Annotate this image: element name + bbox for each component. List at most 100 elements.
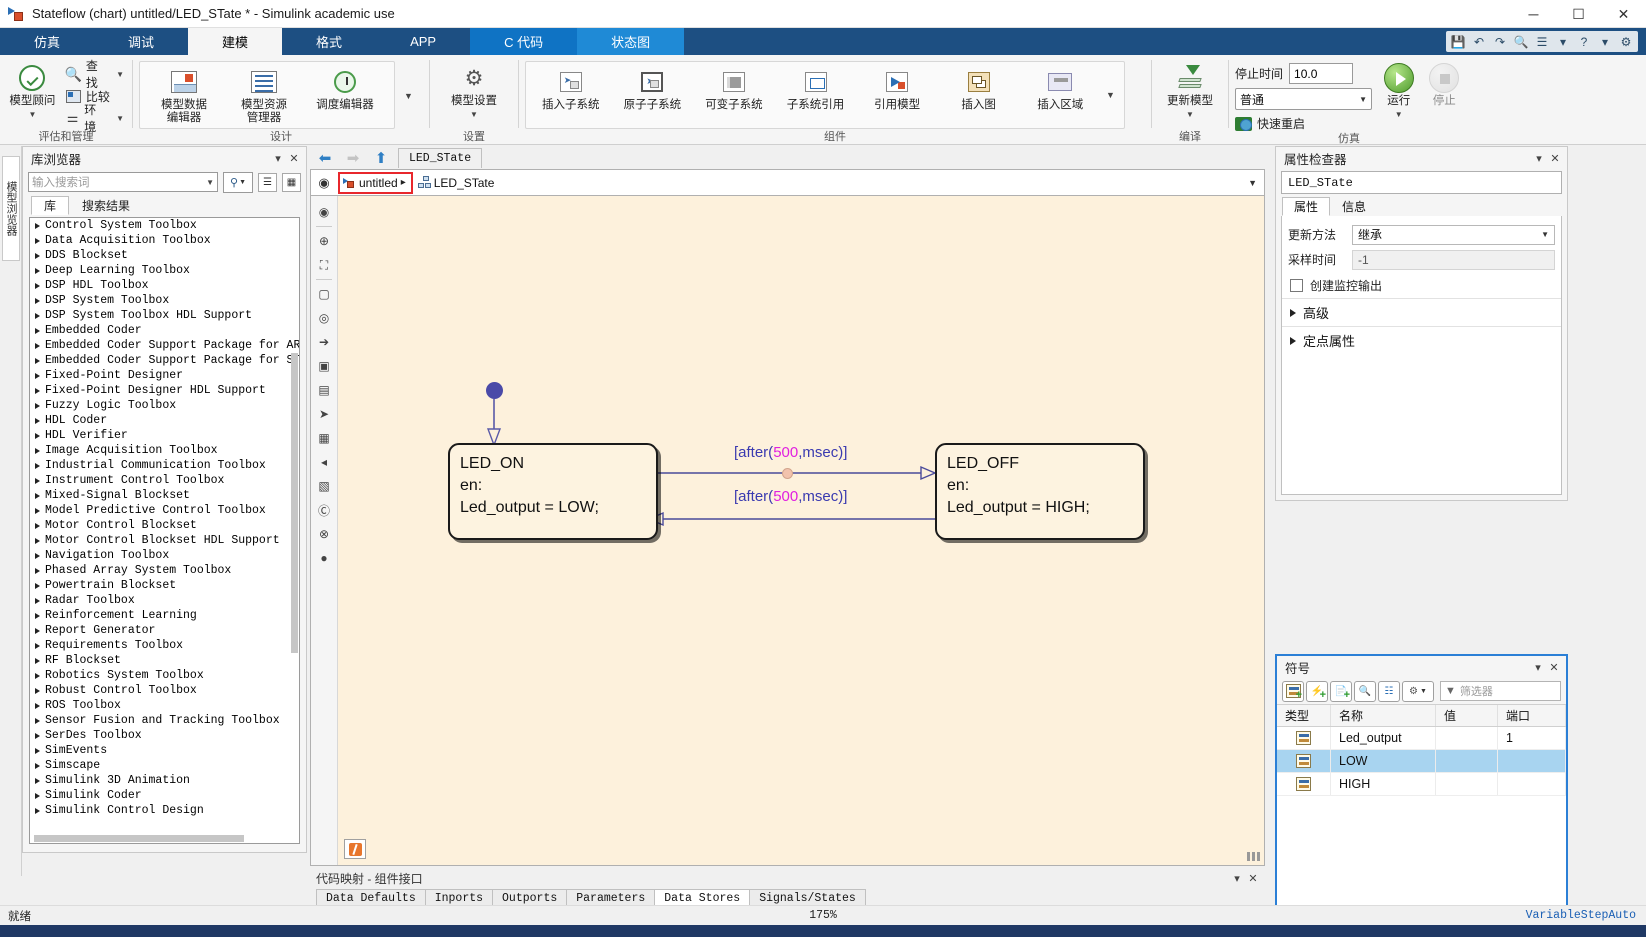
chevron-down-icon-2[interactable]: ▾ <box>1597 34 1613 50</box>
ribbon-tab-debug[interactable]: 调试 <box>94 28 188 55</box>
library-tree-item[interactable]: Model Predictive Control Toolbox <box>30 503 299 518</box>
environment-button[interactable]: ⚌ 环境 ▼ <box>63 103 126 134</box>
library-search-input[interactable]: 输入搜索词 ▼ <box>28 172 218 192</box>
chevron-down-icon[interactable]: ▼ <box>1395 110 1403 119</box>
symbols-filter-input[interactable]: ▼ 筛选器 <box>1440 681 1561 701</box>
column-name[interactable]: 名称 <box>1331 705 1436 726</box>
library-tree-item[interactable]: Fuzzy Logic Toolbox <box>30 398 299 413</box>
function-call-icon[interactable]: ➤ <box>313 402 335 426</box>
insert-area-button[interactable]: 插入区域 <box>1019 65 1101 112</box>
close-icon[interactable]: ✕ <box>286 150 302 166</box>
components-more-icon[interactable]: ▼ <box>1101 90 1120 100</box>
insert-subsystem-button[interactable]: ➤ 插入子系统 <box>530 65 612 112</box>
search-options-button[interactable]: ⚲ ▼ <box>223 171 253 193</box>
search-icon[interactable]: 🔍 <box>1513 34 1529 50</box>
zoom-in-icon[interactable]: ⊕ <box>313 229 335 253</box>
chevron-down-icon[interactable]: ▼ <box>470 110 478 119</box>
model-reference-button[interactable]: 引用模型 <box>856 65 938 112</box>
simulation-mode-select[interactable]: 普通 ▼ <box>1235 88 1372 110</box>
model-data-editor-button[interactable]: 模型数据 编辑器 <box>144 65 224 125</box>
gear-icon[interactable]: ⚙ <box>1618 34 1634 50</box>
matlab-function-icon[interactable]: ◂ <box>313 450 335 474</box>
table-row[interactable]: Led_output 1 <box>1277 727 1566 750</box>
library-tree-item[interactable]: Image Acquisition Toolbox <box>30 443 299 458</box>
help-icon[interactable]: ? <box>1576 34 1592 50</box>
matlab-shortcut-button[interactable] <box>344 839 366 859</box>
close-icon[interactable]: ✕ <box>1546 659 1562 675</box>
close-icon[interactable]: ✕ <box>1547 150 1563 166</box>
library-tree-item[interactable]: Simulink Coder <box>30 788 299 803</box>
library-tree-item[interactable]: Simscape <box>30 758 299 773</box>
library-tree-item[interactable]: Deep Learning Toolbox <box>30 263 299 278</box>
library-tree-item[interactable]: DSP System Toolbox HDL Support <box>30 308 299 323</box>
pan-icon[interactable]: ◉ <box>313 200 335 224</box>
state-led-on[interactable]: LED_ON en: Led_output = LOW; <box>448 443 658 540</box>
maximize-button[interactable]: ☐ <box>1556 0 1601 28</box>
library-tree-item[interactable]: Fixed-Point Designer HDL Support <box>30 383 299 398</box>
tab-properties[interactable]: 属性 <box>1282 197 1331 216</box>
library-tree[interactable]: Control System Toolbox Data Acquisition T… <box>29 217 300 844</box>
up-icon[interactable]: ⬆ <box>370 148 392 168</box>
symbol-hierarchy-icon[interactable]: ☷ <box>1378 680 1400 702</box>
library-tree-item[interactable]: Industrial Communication Toolbox <box>30 458 299 473</box>
chevron-down-icon[interactable]: ▾ <box>1555 34 1571 50</box>
add-data-icon[interactable]: + <box>1282 680 1304 702</box>
column-value[interactable]: 值 <box>1436 705 1498 726</box>
state-led-off[interactable]: LED_OFF en: Led_output = HIGH; <box>935 443 1145 540</box>
resolve-undefined-icon[interactable]: 🔍 <box>1354 680 1376 702</box>
transition-label-top[interactable]: [after(500,msec)] <box>734 444 847 461</box>
library-tree-item[interactable]: HDL Verifier <box>30 428 299 443</box>
library-tree-item[interactable]: DSP HDL Toolbox <box>30 278 299 293</box>
add-event-icon[interactable]: ⚡ + <box>1306 680 1328 702</box>
close-icon[interactable]: ✕ <box>1245 870 1261 886</box>
library-tree-item[interactable]: DDS Blockset <box>30 248 299 263</box>
add-message-icon[interactable]: 📄 + <box>1330 680 1352 702</box>
model-settings-button[interactable]: ⚙ 模型设置 ▼ <box>438 61 510 120</box>
panel-options-icon[interactable]: ▾ <box>1530 659 1546 675</box>
table-row[interactable]: LOW <box>1277 750 1566 773</box>
history-icon[interactable]: Ⓒ <box>313 498 335 522</box>
library-tree-item[interactable]: Motor Control Blockset HDL Support <box>30 533 299 548</box>
redo-icon[interactable]: ↷ <box>1492 34 1508 50</box>
variant-subsystem-button[interactable]: 可变子系统 <box>693 65 775 112</box>
document-tab[interactable]: LED_STate <box>398 148 483 168</box>
library-tree-item[interactable]: Motor Control Blockset <box>30 518 299 533</box>
breadcrumb-model-item[interactable]: untitled ▸ <box>338 171 413 194</box>
chevron-down-icon[interactable]: ▼ <box>1248 178 1257 188</box>
save-icon[interactable]: 💾 <box>1450 34 1466 50</box>
insert-chart-button[interactable]: 插入图 <box>938 65 1020 112</box>
library-tree-item[interactable]: Fixed-Point Designer <box>30 368 299 383</box>
fit-to-view-icon[interactable]: ⛶ <box>313 253 335 277</box>
terminate-icon[interactable]: ⊗ <box>313 522 335 546</box>
chevron-down-icon[interactable]: ▼ <box>116 114 124 123</box>
library-tree-item[interactable]: Radar Toolbox <box>30 593 299 608</box>
panel-options-icon[interactable]: ▾ <box>1531 150 1547 166</box>
subsystem-reference-button[interactable]: 子系统引用 <box>775 65 857 112</box>
panel-options-icon[interactable]: ▾ <box>270 150 286 166</box>
library-tree-item[interactable]: Simulink 3D Animation <box>30 773 299 788</box>
ribbon-tab-app[interactable]: APP <box>376 28 470 55</box>
forward-icon[interactable]: ➡ <box>342 148 364 168</box>
design-more-icon[interactable]: ▼ <box>399 91 418 101</box>
library-tree-item[interactable]: Embedded Coder Support Package for ARM.. <box>30 338 299 353</box>
ribbon-tab-0[interactable]: 建模 <box>188 28 283 55</box>
state-icon[interactable]: ▢ <box>313 282 335 306</box>
library-tree-item[interactable]: Robotics System Toolbox <box>30 668 299 683</box>
library-tree-item[interactable]: SimEvents <box>30 743 299 758</box>
symbols-settings-icon[interactable]: ⚙ ▼ <box>1402 680 1434 702</box>
chart-canvas[interactable]: LED_ON en: Led_output = LOW; LED_OFF en:… <box>338 196 1264 865</box>
library-tree-item[interactable]: Embedded Coder Support Package for STM.. <box>30 353 299 368</box>
find-button[interactable]: 🔍 查找 ▼ <box>63 59 126 90</box>
library-tree-item[interactable]: Navigation Toolbox <box>30 548 299 563</box>
library-tree-item[interactable]: Phased Array System Toolbox <box>30 563 299 578</box>
library-tree-item[interactable]: Report Generator <box>30 623 299 638</box>
simulink-function-icon[interactable]: ▧ <box>313 474 335 498</box>
column-port[interactable]: 端口 <box>1498 705 1566 726</box>
library-tree-item[interactable]: DSP System Toolbox <box>30 293 299 308</box>
library-tree-item[interactable]: HDL Coder <box>30 413 299 428</box>
tab-library[interactable]: 库 <box>31 196 70 215</box>
fast-restart-button[interactable]: 快速重启 <box>1235 115 1372 132</box>
panel-options-icon[interactable]: ▾ <box>1229 870 1245 886</box>
box-icon[interactable]: ▣ <box>313 354 335 378</box>
ribbon-tab-ccode[interactable]: C 代码 <box>470 28 578 55</box>
